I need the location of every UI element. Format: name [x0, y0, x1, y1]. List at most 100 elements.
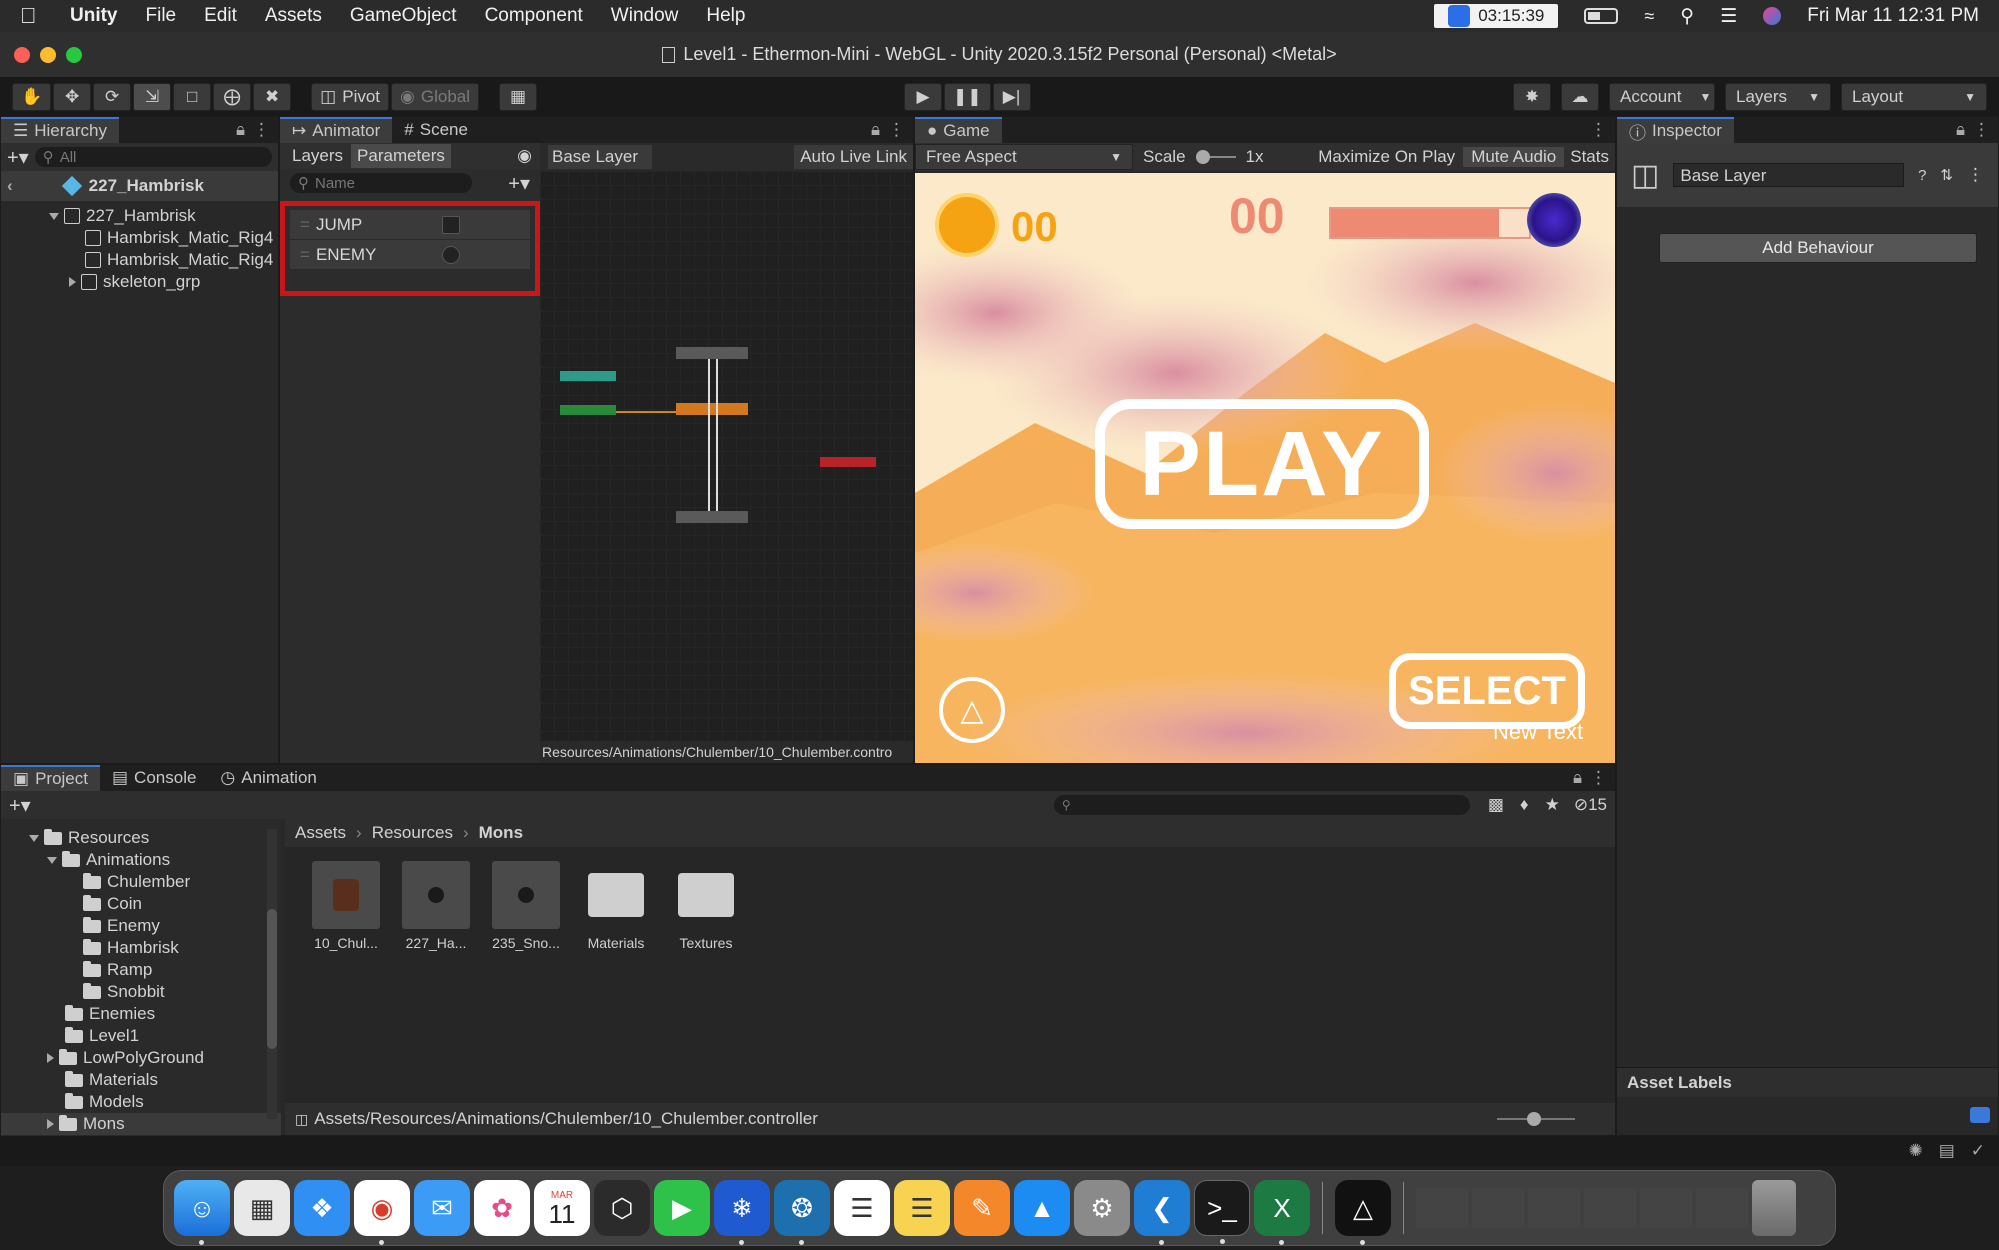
layer-breadcrumb[interactable]: Base Layer	[548, 145, 652, 169]
favorite-star-icon[interactable]: ★	[1545, 795, 1560, 815]
add-dropdown-icon[interactable]: +▾	[7, 145, 29, 170]
parameter-row-jump[interactable]: = JUMP	[290, 210, 530, 240]
tab-game[interactable]: ● Game	[915, 117, 1002, 143]
tab-animation[interactable]: ◷ Animation	[208, 765, 328, 791]
kebab-menu-icon[interactable]: ⋮	[1590, 768, 1607, 788]
kebab-menu-icon[interactable]: ⋮	[253, 120, 270, 140]
asset-label-tag-icon[interactable]	[1970, 1107, 1990, 1123]
zoom-window-button[interactable]	[66, 47, 82, 63]
vscode-icon[interactable]: ❮	[1134, 1180, 1190, 1245]
breadcrumb-mons[interactable]: Mons	[479, 823, 523, 843]
launchpad-icon[interactable]: ▦	[234, 1180, 290, 1236]
rect-tool-icon[interactable]: □	[173, 83, 212, 111]
reminders-icon[interactable]: ☰	[834, 1180, 890, 1236]
safari-icon[interactable]: ❖	[294, 1180, 350, 1236]
drag-handle-icon[interactable]: =	[300, 245, 310, 265]
tab-animator[interactable]: ↦ Animator	[280, 117, 393, 143]
close-window-button[interactable]	[14, 47, 30, 63]
menubar-datetime[interactable]: Fri Mar 11 12:31 PM	[1807, 5, 1979, 27]
expand-arrow-icon[interactable]	[29, 834, 39, 842]
pages-icon[interactable]: ✎	[954, 1180, 1010, 1236]
state-any[interactable]	[560, 371, 616, 381]
play-button[interactable]: ▶	[904, 83, 942, 111]
tab-parameters[interactable]: Parameters	[351, 144, 451, 168]
expand-arrow-icon[interactable]	[69, 277, 76, 287]
parameter-name[interactable]: ENEMY	[316, 245, 376, 265]
expand-arrow-icon[interactable]	[47, 1053, 54, 1063]
bug-icon[interactable]: ✺	[1908, 1141, 1922, 1161]
menu-file[interactable]: File	[146, 5, 177, 27]
mute-audio-toggle[interactable]: Mute Audio	[1463, 147, 1565, 167]
lock-icon[interactable]: 🔒︎	[871, 120, 880, 140]
asset-item[interactable]: Materials	[581, 861, 651, 951]
tree-item[interactable]: Enemies	[1, 1003, 281, 1025]
tree-item[interactable]: Level1	[1, 1025, 281, 1047]
tree-item[interactable]: Coin	[1, 893, 281, 915]
unity-icon[interactable]: △	[1335, 1180, 1391, 1245]
unity-hub-icon[interactable]: ⬡	[594, 1180, 650, 1236]
state-entry[interactable]	[560, 405, 616, 415]
minimized-window-thumbnail[interactable]	[1416, 1188, 1468, 1228]
wifi-icon[interactable]: ≈	[1644, 6, 1654, 27]
kebab-menu-icon[interactable]: ⋮	[1973, 120, 1990, 140]
preset-icon[interactable]: ⇅	[1940, 166, 1953, 184]
menu-app-name[interactable]: Unity	[70, 5, 118, 27]
breadcrumb-resources[interactable]: Resources	[372, 823, 453, 843]
tree-item-selected[interactable]: Mons	[1, 1113, 281, 1135]
hand-tool-icon[interactable]: ✋	[12, 83, 52, 111]
app-store-icon[interactable]: ▲	[1014, 1180, 1070, 1236]
trigger-radio[interactable]	[442, 245, 460, 264]
apple-menu-icon[interactable]: 	[20, 3, 42, 29]
stats-toggle[interactable]: Stats	[1564, 147, 1615, 167]
slider-thumb[interactable]	[1527, 1112, 1541, 1126]
menu-component[interactable]: Component	[485, 5, 583, 27]
asset-item[interactable]: Textures	[671, 861, 741, 951]
mysql-workbench-icon[interactable]: ❂	[774, 1180, 830, 1245]
trash-icon[interactable]	[1752, 1180, 1796, 1236]
back-arrow-icon[interactable]: ‹	[7, 176, 13, 196]
facetime-icon[interactable]: ▶	[654, 1180, 710, 1236]
search-icon[interactable]: ⚲	[1680, 5, 1694, 28]
tree-item[interactable]: Enemy	[1, 915, 281, 937]
state-bottom[interactable]	[676, 511, 748, 523]
tab-console[interactable]: ▤ Console	[100, 765, 208, 791]
drag-handle-icon[interactable]: =	[300, 215, 310, 235]
kebab-menu-icon[interactable]: ⋮	[1967, 165, 1984, 185]
tree-item[interactable]: Materials	[1, 1069, 281, 1091]
tree-scrollbar[interactable]	[267, 829, 277, 1119]
battery-icon[interactable]	[1584, 8, 1619, 24]
tab-hierarchy[interactable]: ☰ Hierarchy	[1, 117, 119, 143]
photos-icon[interactable]: ✿	[474, 1180, 530, 1236]
hierarchy-item[interactable]: 227_Hambrisk	[1, 205, 278, 227]
filter-type-icon[interactable]: ▩	[1488, 795, 1504, 815]
lock-icon[interactable]: 🔒︎	[1956, 120, 1965, 140]
menu-window[interactable]: Window	[611, 5, 679, 27]
pause-button[interactable]: ❚❚	[944, 83, 991, 111]
filter-label-icon[interactable]: ♦	[1520, 795, 1529, 815]
parameter-row-enemy[interactable]: = ENEMY	[290, 240, 530, 270]
tree-item[interactable]: Chulember	[1, 871, 281, 893]
minimized-window-thumbnail[interactable]	[1584, 1188, 1636, 1228]
minimized-window-thumbnail[interactable]	[1640, 1188, 1692, 1228]
hierarchy-item[interactable]: skeleton_grp	[1, 271, 278, 293]
control-center-icon[interactable]: ☰	[1720, 5, 1737, 28]
tab-project[interactable]: ▣ Project	[1, 765, 100, 791]
tree-item[interactable]: Animations	[1, 849, 281, 871]
breadcrumb-assets[interactable]: Assets	[295, 823, 346, 843]
state-top[interactable]	[676, 347, 748, 359]
scale-tool-icon[interactable]: ⇲	[133, 83, 172, 111]
kebab-menu-icon[interactable]: ⋮	[1590, 120, 1607, 140]
layers-dropdown[interactable]: Layers ▼	[1725, 83, 1831, 111]
tab-inspector[interactable]: ⓘ Inspector	[1617, 117, 1734, 143]
custom-tool-icon[interactable]: ✖	[253, 83, 292, 111]
transform-tool-icon[interactable]: ⨁	[213, 83, 252, 111]
hierarchy-item[interactable]: Hambrisk_Matic_Rig4	[1, 249, 278, 271]
kebab-menu-icon[interactable]: ⋮	[888, 120, 905, 140]
parameter-search-input[interactable]: ⚲ Name	[290, 173, 472, 193]
asset-item[interactable]: 10_Chul...	[311, 861, 381, 951]
rotate-tool-icon[interactable]: ⟳	[93, 83, 132, 111]
lock-icon[interactable]: 🔒︎	[1573, 768, 1582, 788]
asset-item[interactable]: 227_Ha...	[401, 861, 471, 951]
scale-slider[interactable]	[1195, 150, 1236, 164]
auto-live-link-button[interactable]: Auto Live Link	[794, 145, 913, 169]
